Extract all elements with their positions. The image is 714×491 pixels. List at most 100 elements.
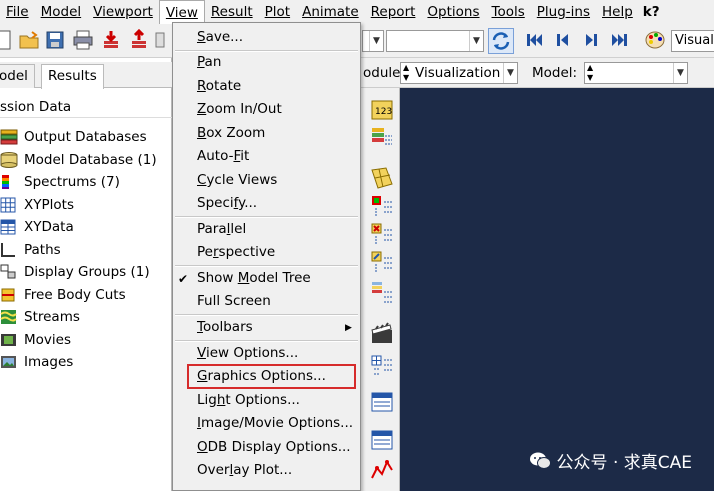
tab-model[interactable]: odel xyxy=(0,64,35,88)
menu-item-zoom[interactable]: Zoom In/Out xyxy=(197,98,357,120)
tab-results[interactable]: Results xyxy=(41,64,104,89)
tree-item-streams[interactable]: Streams xyxy=(0,306,172,329)
spectrum-icon xyxy=(2,175,9,190)
menu-item-light-options[interactable]: Light Options... xyxy=(197,389,357,411)
last-frame-icon[interactable] xyxy=(608,29,630,51)
animation-clapper-icon[interactable] xyxy=(370,322,394,346)
session-data-header: ssion Data xyxy=(0,96,172,118)
menu-item-perspective[interactable]: Perspective xyxy=(197,241,357,263)
tree-item-label: Free Body Cuts xyxy=(24,286,126,303)
menu-viewport[interactable]: Viewport xyxy=(87,0,159,24)
previous-frame-icon[interactable] xyxy=(552,29,574,51)
first-frame-icon[interactable] xyxy=(524,29,546,51)
tree-item-model-database[interactable]: Model Database (1) xyxy=(0,149,172,172)
tree-item-xyplots[interactable]: XYPlots xyxy=(0,194,172,217)
xy-curve-icon[interactable] xyxy=(370,458,394,482)
database-query-icon[interactable] xyxy=(370,126,394,150)
svg-text:123: 123 xyxy=(375,107,392,117)
menu-item-cycle-views[interactable]: Cycle Views xyxy=(197,169,357,191)
tree-item-label: Output Databases xyxy=(24,129,147,146)
path-icon xyxy=(1,242,15,257)
tree-item-label: XYPlots xyxy=(24,196,74,213)
menu-item-toolbars[interactable]: Toolbars xyxy=(197,316,357,338)
tree-item-label: Spectrums (7) xyxy=(24,174,120,191)
menu-item-full-screen[interactable]: Full Screen xyxy=(197,290,357,312)
model-tree-panel: odel Results ssion Data Output Databases… xyxy=(0,58,172,491)
tree-item-images[interactable]: Images xyxy=(0,351,172,374)
menu-item-box-zoom[interactable]: Box Zoom xyxy=(197,122,357,144)
xy-data-manager-icon[interactable] xyxy=(370,354,394,378)
results-tree: Output Databases Model Database (1) Spec… xyxy=(0,126,172,374)
menu-file[interactable]: File xyxy=(0,0,35,24)
menu-view[interactable]: View xyxy=(158,0,205,24)
tree-item-movies[interactable]: Movies xyxy=(0,329,172,352)
menu-item-overlay-plot[interactable]: Overlay Plot... xyxy=(197,459,357,481)
tree-item-label: Model Database (1) xyxy=(24,151,157,168)
toolbar-combo-main[interactable]: ▼ xyxy=(386,30,484,52)
context-help-icon[interactable]: k? xyxy=(639,0,664,24)
menu-item-auto-fit[interactable]: Auto-Fit xyxy=(197,145,357,167)
print-icon[interactable] xyxy=(72,29,94,51)
menu-plot[interactable]: Plot xyxy=(259,0,296,24)
tree-item-label: Movies xyxy=(24,331,71,348)
contour-plot-icon[interactable] xyxy=(370,194,394,218)
menu-model[interactable]: Model xyxy=(35,0,88,24)
model-label: Model: xyxy=(532,65,578,81)
material-orientation-icon[interactable] xyxy=(370,250,394,274)
menu-animate[interactable]: Animate xyxy=(296,0,365,24)
menu-item-pan[interactable]: Pan xyxy=(197,51,357,73)
model-select[interactable]: ▲ ▼ ▼ xyxy=(584,62,688,84)
menu-help[interactable]: Help xyxy=(596,0,639,24)
menu-plugins[interactable]: Plug-ins xyxy=(531,0,596,24)
database-stack-icon xyxy=(0,129,18,145)
next-frame-icon[interactable] xyxy=(580,29,602,51)
submenu-arrow-icon: ▶ xyxy=(345,323,352,333)
tree-item-output-databases[interactable]: Output Databases xyxy=(0,126,172,149)
context-bar: odule: ▲ ▼ Visualization ▼ Model: ▲ ▼ ▼ xyxy=(360,58,714,88)
stream-icon xyxy=(0,310,17,325)
spinner-icon: ▲ ▼ xyxy=(587,63,594,82)
movie-icon xyxy=(1,333,16,346)
report-table-icon[interactable] xyxy=(370,390,394,414)
tree-item-free-body-cuts[interactable]: Free Body Cuts xyxy=(0,284,172,307)
module-label: odule: xyxy=(363,65,405,81)
import-stack-icon[interactable] xyxy=(100,29,122,51)
mesh-plot-icon[interactable] xyxy=(370,166,394,190)
menu-report[interactable]: Report xyxy=(365,0,422,24)
menu-item-odb-display-options[interactable]: ODB Display Options... xyxy=(197,436,357,458)
tree-item-label: Display Groups (1) xyxy=(24,264,150,281)
menu-item-view-options[interactable]: View Options... xyxy=(197,342,357,364)
export-stack-icon[interactable] xyxy=(128,29,150,51)
text-label-icon[interactable]: 123 xyxy=(370,98,394,122)
open-folder-icon[interactable] xyxy=(18,29,40,51)
save-disk-icon[interactable] xyxy=(44,29,66,51)
menu-item-parallel[interactable]: Parallel xyxy=(197,218,357,240)
symbol-plot-icon[interactable] xyxy=(370,222,394,246)
tree-item-paths[interactable]: Paths xyxy=(0,239,172,262)
new-file-icon[interactable] xyxy=(0,29,14,51)
menu-item-specify[interactable]: Specify... xyxy=(197,192,357,214)
menu-item-rotate[interactable]: Rotate xyxy=(197,75,357,97)
checkmark-icon: ✔ xyxy=(178,272,189,286)
stacked-plies-icon[interactable] xyxy=(370,280,394,304)
graphics-viewport[interactable]: 公众号 · 求真CAE xyxy=(400,88,714,491)
tree-item-display-groups[interactable]: Display Groups (1) xyxy=(0,261,172,284)
tree-item-label: Images xyxy=(24,354,74,371)
query-table-icon[interactable] xyxy=(370,428,394,452)
free-body-cut-icon xyxy=(1,288,15,302)
toolbar-combo-left[interactable]: ▼ xyxy=(362,30,384,52)
color-palette-icon[interactable] xyxy=(644,29,666,51)
refresh-sync-icon[interactable] xyxy=(488,28,514,54)
menu-options[interactable]: Options xyxy=(421,0,485,24)
module-select[interactable]: ▲ ▼ Visualization ▼ xyxy=(400,62,518,84)
model-database-icon xyxy=(0,151,18,168)
menu-item-image-movie-options[interactable]: Image/Movie Options... xyxy=(197,412,357,434)
tree-item-spectrums[interactable]: Spectrums (7) xyxy=(0,171,172,194)
render-style-combo[interactable]: Visual xyxy=(671,30,714,52)
tree-item-xydata[interactable]: XYData xyxy=(0,216,172,239)
menu-tools[interactable]: Tools xyxy=(486,0,531,24)
menu-result[interactable]: Result xyxy=(205,0,259,24)
menu-bar: File Model Viewport View Result Plot Ani… xyxy=(0,0,714,24)
menu-item-show-model-tree[interactable]: Show Model Tree xyxy=(197,267,357,289)
menu-item-save[interactable]: Save... xyxy=(197,26,357,48)
